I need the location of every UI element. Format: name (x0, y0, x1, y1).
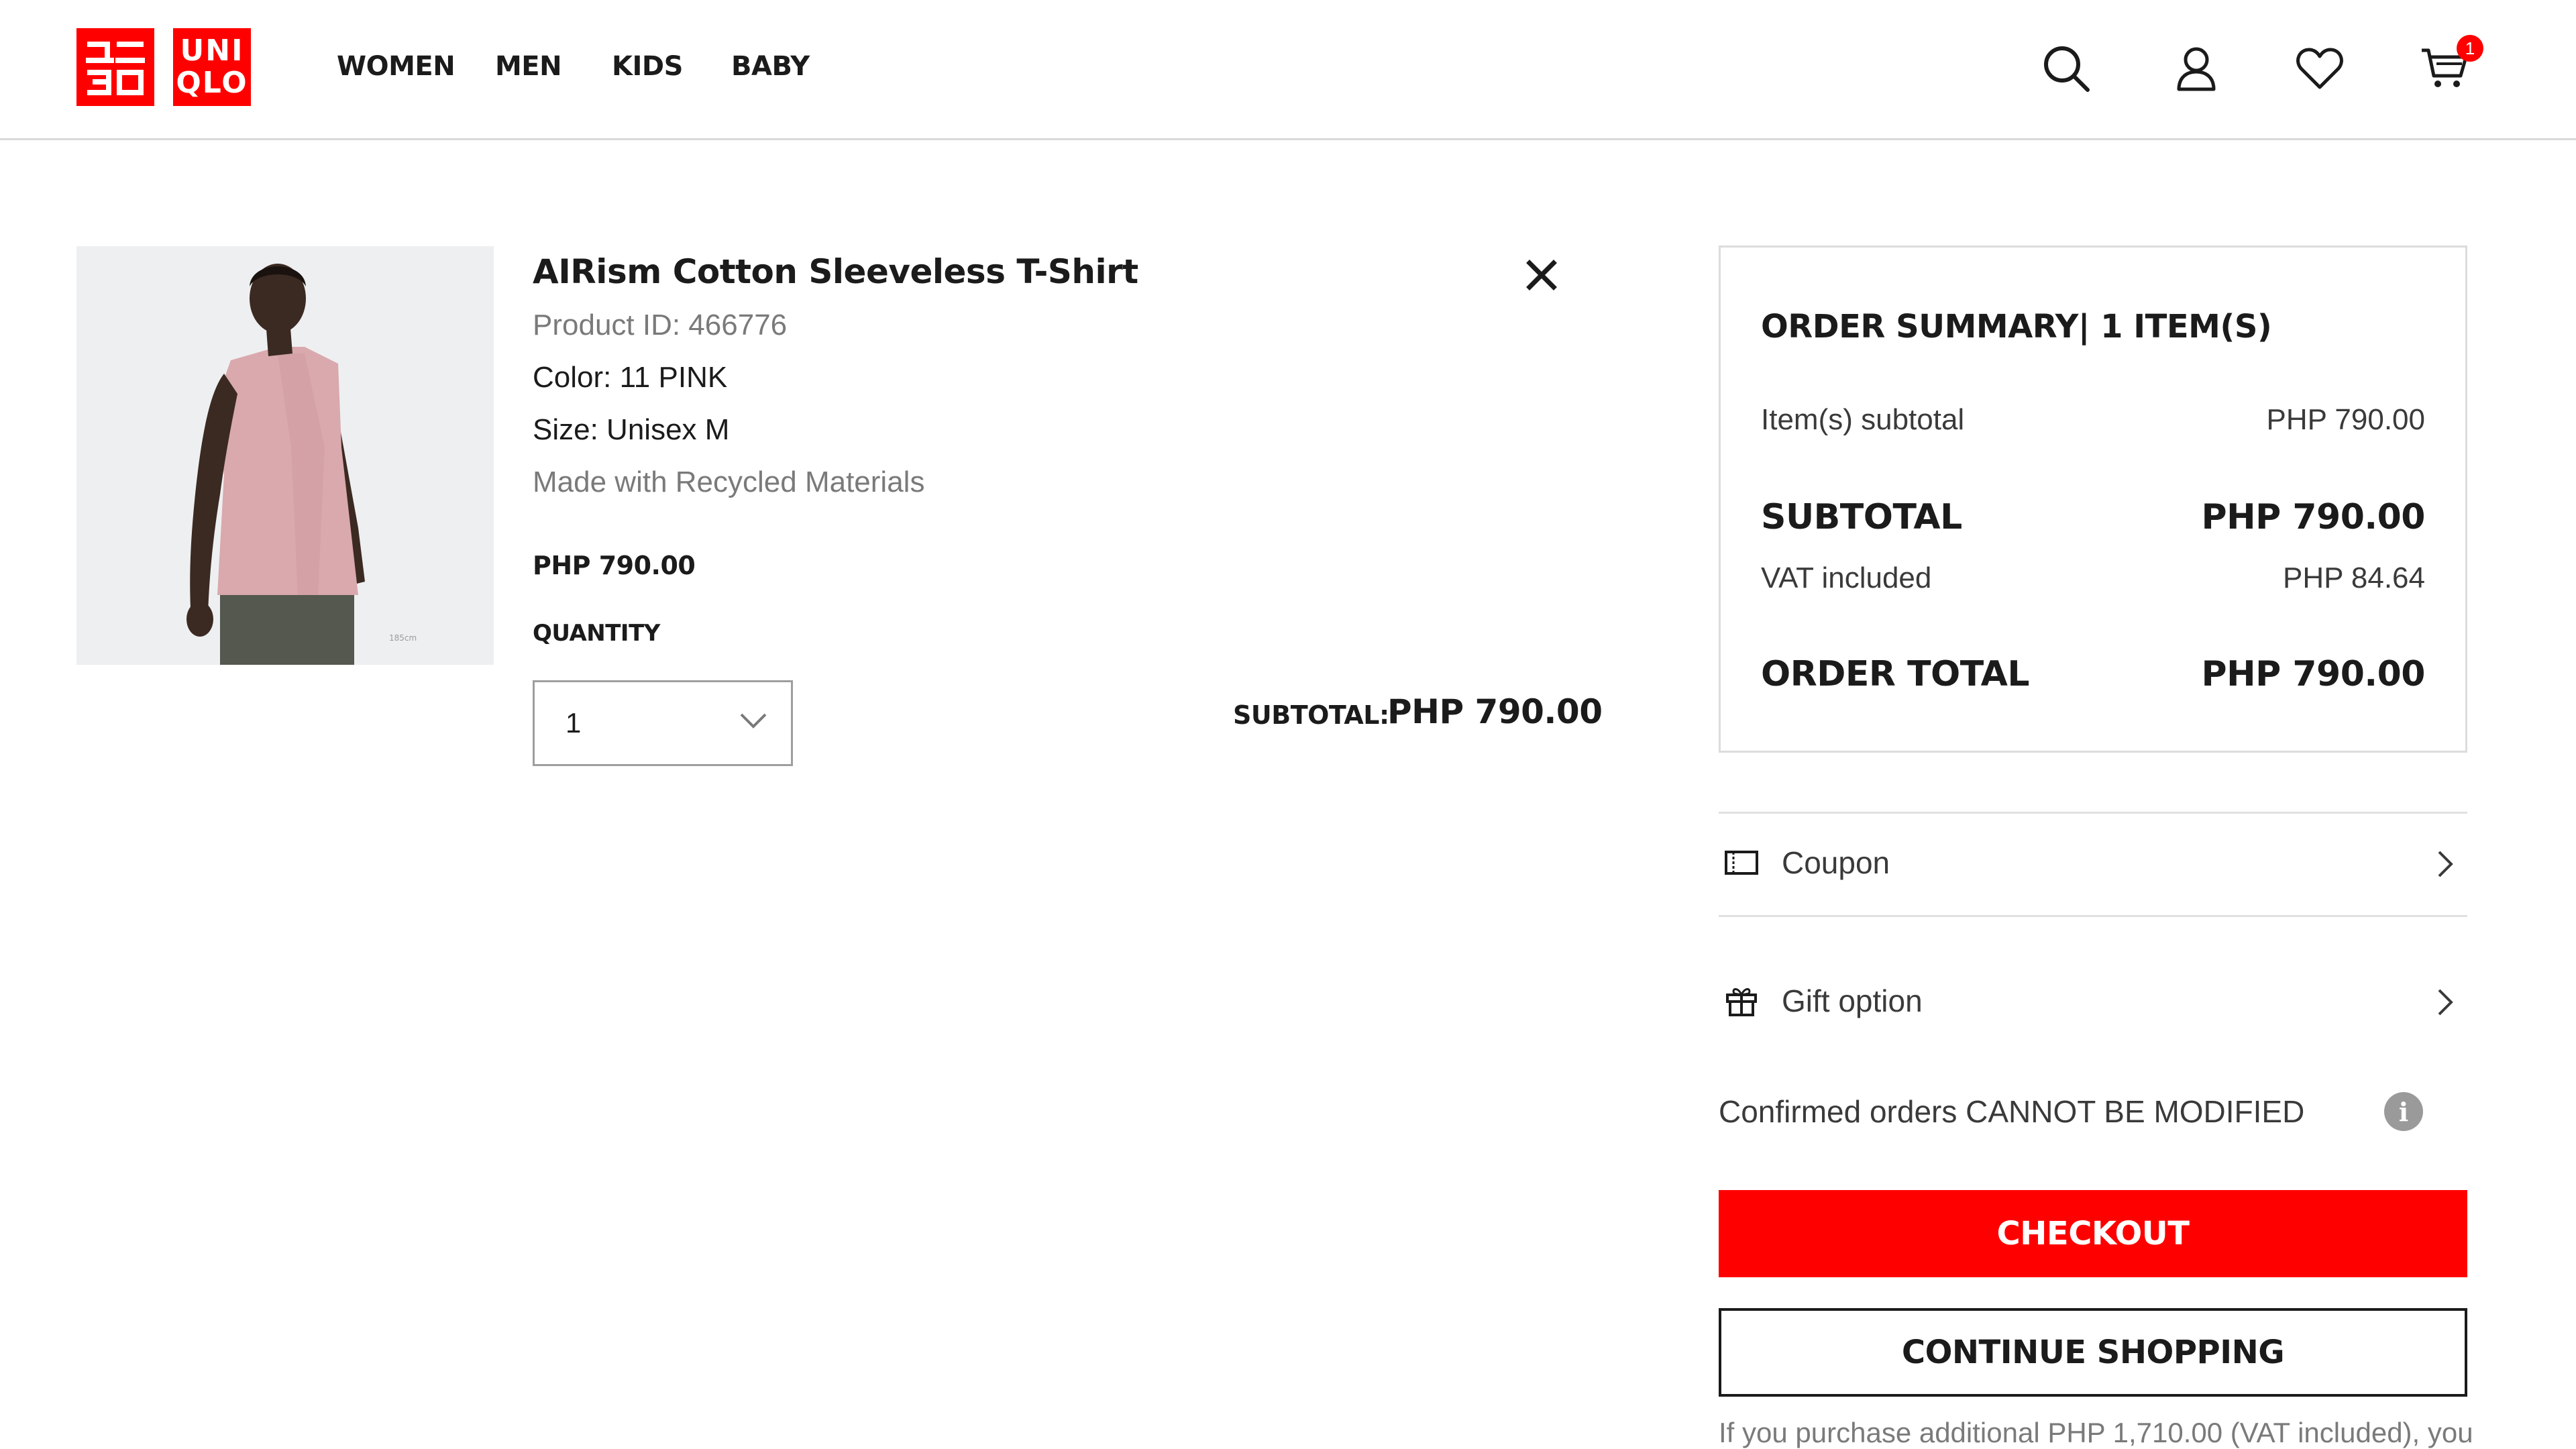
chevron-right-icon (2436, 849, 2454, 882)
product-size: Size: Unisex M (533, 413, 730, 446)
subtotal-label: SUBTOTAL (1761, 497, 1962, 537)
order-modification-notice: Confirmed orders CANNOT BE MODIFIED (1719, 1094, 2305, 1129)
free-shipping-note: If you purchase additional PHP 1,710.00 … (1719, 1417, 2473, 1448)
uniqlo-logo-english[interactable]: UNI QLO (173, 28, 251, 106)
quantity-select[interactable]: 1 (533, 680, 793, 766)
logo-katakana-mark (86, 42, 145, 95)
quantity-value: 1 (566, 707, 582, 739)
coupon-option-row[interactable]: Coupon (1719, 822, 2467, 903)
vat-label: VAT included (1761, 561, 1932, 594)
order-summary-title: ORDER SUMMARY| 1 ITEM(S) (1761, 308, 2272, 345)
gift-icon (1723, 982, 1760, 1020)
product-price: PHP 790.00 (533, 551, 696, 580)
line-subtotal-label: SUBTOTAL: (1233, 700, 1389, 730)
continue-shopping-button[interactable]: CONTINUE SHOPPING (1719, 1308, 2467, 1397)
product-material-note: Made with Recycled Materials (533, 466, 925, 498)
order-total-value: PHP 790.00 (2201, 654, 2425, 694)
remove-item-button[interactable] (1521, 255, 1562, 295)
search-icon[interactable] (2039, 42, 2093, 95)
chevron-down-icon (739, 712, 768, 733)
cart-badge: 1 (2457, 35, 2483, 62)
product-name[interactable]: AIRism Cotton Sleeveless T-Shirt (533, 252, 1138, 291)
account-icon[interactable] (2169, 42, 2223, 95)
logo-text-bottom: QLO (176, 66, 248, 100)
svg-text:185cm: 185cm (389, 633, 417, 643)
product-photo-illustration: 185cm (76, 246, 494, 665)
divider (1719, 812, 2467, 814)
product-color: Color: 11 PINK (533, 361, 728, 394)
divider (1719, 915, 2467, 917)
order-total-label: ORDER TOTAL (1761, 654, 2030, 694)
quantity-label: QUANTITY (533, 620, 660, 647)
checkout-button[interactable]: CHECKOUT (1719, 1190, 2467, 1277)
subtotal-value: PHP 790.00 (2201, 497, 2425, 537)
wishlist-heart-icon[interactable] (2293, 42, 2347, 95)
uniqlo-logo-katakana[interactable] (76, 28, 154, 106)
gift-option-row[interactable]: Gift option (1719, 961, 2467, 1041)
gift-option-label: Gift option (1782, 983, 1923, 1018)
nav-women[interactable]: WOMEN (337, 51, 455, 82)
items-subtotal-value: PHP 790.00 (2266, 403, 2425, 436)
close-icon (1526, 260, 1557, 290)
nav-baby[interactable]: BABY (731, 51, 810, 82)
nav-kids[interactable]: KIDS (612, 51, 683, 82)
items-subtotal-label: Item(s) subtotal (1761, 403, 1965, 436)
product-image[interactable]: 185cm (76, 246, 494, 665)
logo-text-top: UNI (180, 34, 244, 68)
order-summary-panel: ORDER SUMMARY| 1 ITEM(S) Item(s) subtota… (1719, 246, 2467, 753)
site-header: UNI QLO WOMEN MEN KIDS BABY 1 (0, 0, 2576, 140)
chevron-right-icon (2436, 987, 2454, 1020)
vat-value: PHP 84.64 (2282, 561, 2425, 594)
nav-men[interactable]: MEN (495, 51, 562, 82)
coupon-label: Coupon (1782, 845, 1890, 880)
line-subtotal-value: PHP 790.00 (1387, 692, 1603, 731)
coupon-ticket-icon (1723, 844, 1760, 881)
product-id: Product ID: 466776 (533, 309, 788, 341)
info-icon[interactable]: i (2384, 1092, 2423, 1131)
